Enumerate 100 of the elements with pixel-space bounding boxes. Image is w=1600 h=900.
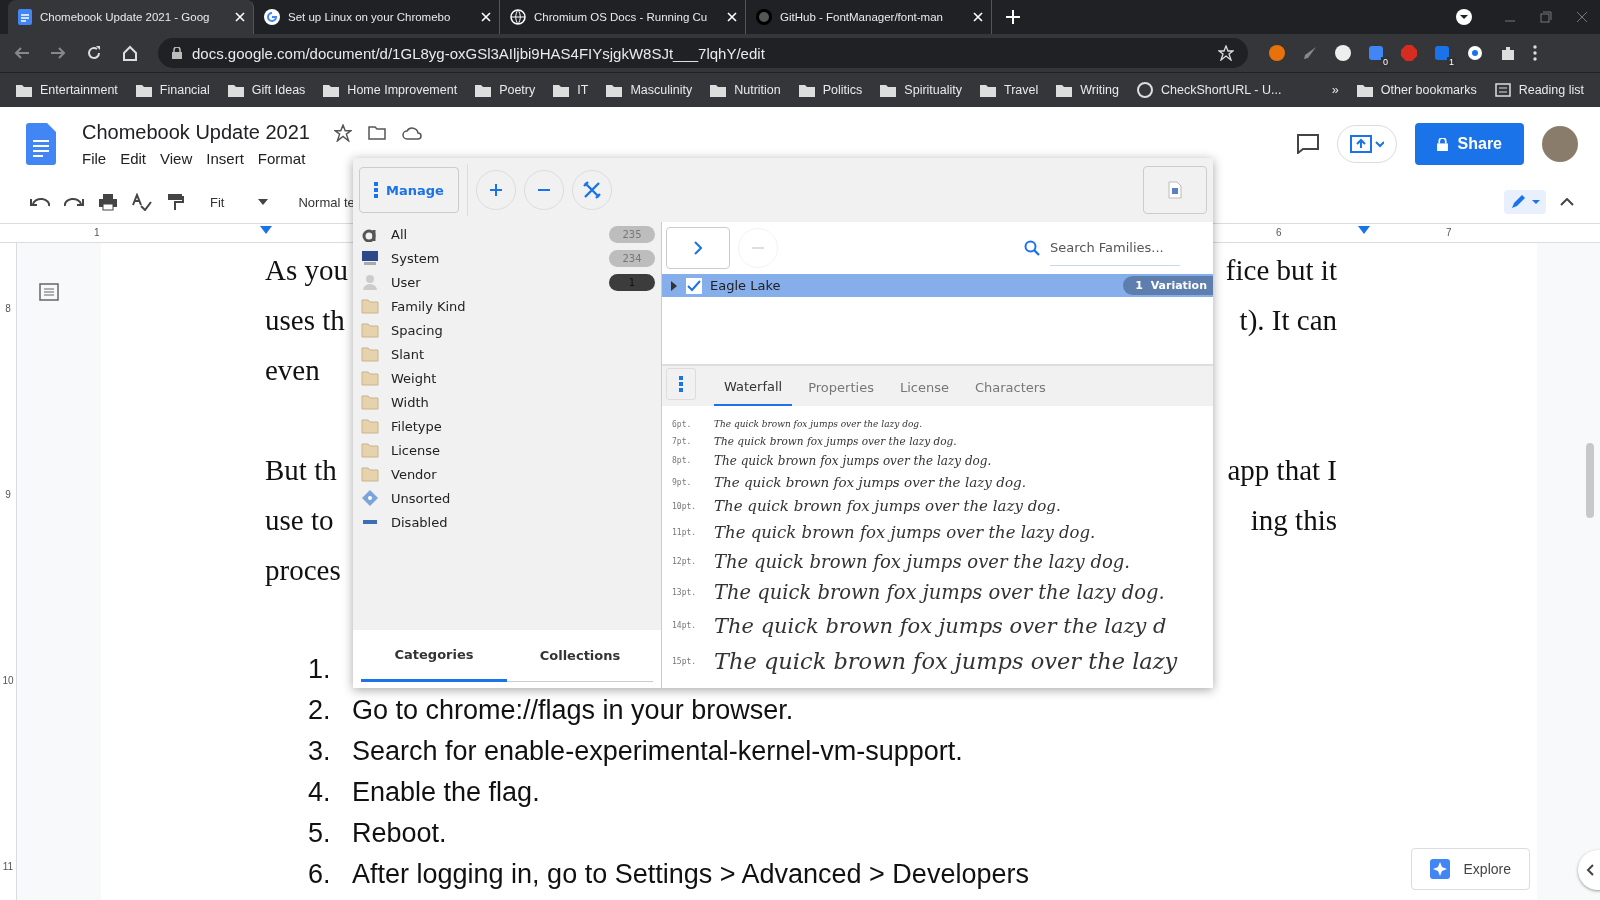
avatar[interactable] (1542, 126, 1578, 162)
zoom-dropdown[interactable]: Fit (210, 194, 269, 210)
manage-button[interactable]: Manage (359, 167, 459, 213)
spellcheck-icon[interactable] (132, 193, 152, 211)
comment-icon[interactable] (1296, 134, 1319, 154)
preview-tab[interactable]: Characters (964, 368, 1056, 406)
menu-item[interactable]: Insert (206, 150, 244, 167)
category-item[interactable]: License (361, 438, 655, 462)
document-icon (18, 9, 32, 25)
paint-format-icon[interactable] (166, 193, 184, 211)
bookmark[interactable]: Spirituality (880, 83, 962, 97)
extension-icon[interactable] (1334, 44, 1352, 62)
bookmark[interactable]: Writing (1056, 83, 1119, 97)
share-button[interactable]: Share (1414, 123, 1524, 165)
bookmark[interactable]: CheckShortURL - U... (1136, 82, 1282, 98)
more-icon[interactable] (1532, 44, 1538, 62)
cloud-icon[interactable] (401, 125, 422, 140)
menu-item[interactable]: View (160, 150, 193, 167)
preview-tab[interactable]: Properties (798, 368, 884, 406)
category-item[interactable]: System 234 (361, 246, 655, 270)
category-item[interactable]: Unsorted (361, 486, 655, 510)
bookmark[interactable]: Other bookmarks (1356, 83, 1477, 97)
chevron-right-icon (694, 241, 702, 255)
menu-button[interactable] (666, 368, 696, 400)
bookmark[interactable]: IT (553, 83, 589, 97)
folder-icon (16, 83, 32, 97)
document-icon[interactable] (26, 123, 56, 165)
font-family-row[interactable]: Eagle Lake 1 Variation (662, 274, 1213, 297)
folder-icon[interactable] (367, 124, 386, 141)
explore-button[interactable]: Explore (1410, 848, 1530, 890)
eye-icon[interactable] (1466, 44, 1484, 62)
checkbox[interactable] (686, 277, 702, 294)
bookmark[interactable]: Home Improvement (323, 83, 458, 97)
folder-icon (361, 442, 379, 458)
bookmark[interactable]: Entertainment (16, 83, 118, 97)
menu-item[interactable]: Edit (120, 150, 147, 167)
menu-item[interactable]: File (82, 150, 107, 167)
count-badge: 234 (609, 249, 655, 267)
category-item[interactable]: Width (361, 390, 655, 414)
profile-dropdown-icon[interactable] (1456, 9, 1472, 25)
bookmark[interactable]: Poetry (475, 83, 536, 97)
home-icon[interactable] (122, 45, 138, 61)
list-item-text: Go to chrome://flags in your browser. (352, 695, 794, 726)
search-field[interactable]: Search Families... (1050, 230, 1180, 266)
collapse-icon[interactable] (1560, 198, 1574, 206)
editing-mode-button[interactable] (1504, 190, 1546, 214)
bookmark[interactable]: Financial (135, 83, 210, 97)
chevron-left-icon (1586, 864, 1594, 876)
category-item[interactable]: Disabled (361, 510, 655, 534)
list-item-text: Search for enable-experimental-kernel-vm-support. (352, 736, 963, 767)
restore-icon[interactable] (1540, 11, 1552, 23)
bookmark[interactable]: Masculinity (606, 83, 693, 97)
redo-icon[interactable] (64, 196, 84, 208)
back-icon[interactable] (14, 45, 30, 61)
sidebar-tab[interactable]: Collections (507, 630, 653, 682)
sidebar-tab[interactable]: Categories (361, 630, 507, 682)
lock-icon (172, 47, 182, 59)
scrollbar-thumb[interactable] (1586, 443, 1594, 518)
expander-icon[interactable] (670, 280, 678, 291)
category-item[interactable]: All 235 (361, 222, 655, 246)
size-label: 7pt. (672, 436, 693, 446)
address-bar[interactable]: docs.google.com/document/d/1GL8yg-oxGSl3AIljbi9HAS4FIYsjgkW8SJt___7lqhY/edit (158, 38, 1248, 68)
new-tab-icon[interactable] (1006, 10, 1020, 24)
bookmark[interactable]: Politics (798, 83, 863, 97)
folder-icon (798, 83, 815, 97)
forward-icon[interactable] (50, 45, 66, 61)
print-icon[interactable] (98, 193, 118, 211)
count-badge: 235 (609, 225, 655, 243)
reload-icon[interactable] (86, 45, 102, 61)
category-item[interactable]: Slant (361, 342, 655, 366)
sample-text: The quick brown fox jumps over the lazy dog. (714, 497, 1061, 516)
paragraph-text: But th (265, 453, 337, 487)
reading-list-button[interactable]: Reading list (1494, 83, 1584, 97)
star-icon[interactable] (333, 123, 352, 142)
paragraph-text: t). It can (1239, 303, 1337, 337)
category-item[interactable]: Spacing (361, 318, 655, 342)
extension-badge: 0 (1381, 57, 1390, 67)
category-item[interactable]: Filetype (361, 414, 655, 438)
bookmarks-overflow[interactable]: » (1331, 83, 1339, 97)
bookmark[interactable]: Travel (980, 83, 1039, 97)
category-item[interactable]: Family Kind (361, 294, 655, 318)
indent-marker[interactable] (1358, 226, 1370, 236)
menu-item[interactable]: Format (257, 150, 306, 167)
preview-tab[interactable]: Waterfall (714, 368, 793, 406)
folder-icon (361, 298, 379, 314)
browser-tab[interactable]: Chomebook Update 2021 - Goog (8, 0, 254, 34)
indent-marker[interactable] (260, 226, 272, 236)
ruler-number: 1 (94, 227, 100, 238)
outline-icon[interactable] (39, 283, 59, 301)
bookmark[interactable]: Nutrition (710, 83, 781, 97)
list-number: 4. (308, 777, 332, 808)
category-item[interactable]: Weight (361, 366, 655, 390)
undo-icon[interactable] (30, 196, 50, 208)
size-label: 10pt. (672, 501, 698, 511)
preview-tab[interactable]: License (889, 368, 959, 406)
category-item[interactable]: Vendor (361, 462, 655, 486)
extension-badge: 1 (1447, 57, 1456, 67)
document-title[interactable]: Chomebook Update 2021 (82, 121, 310, 144)
globe-icon (1136, 82, 1153, 98)
bookmark[interactable]: Gift Ideas (227, 83, 306, 97)
